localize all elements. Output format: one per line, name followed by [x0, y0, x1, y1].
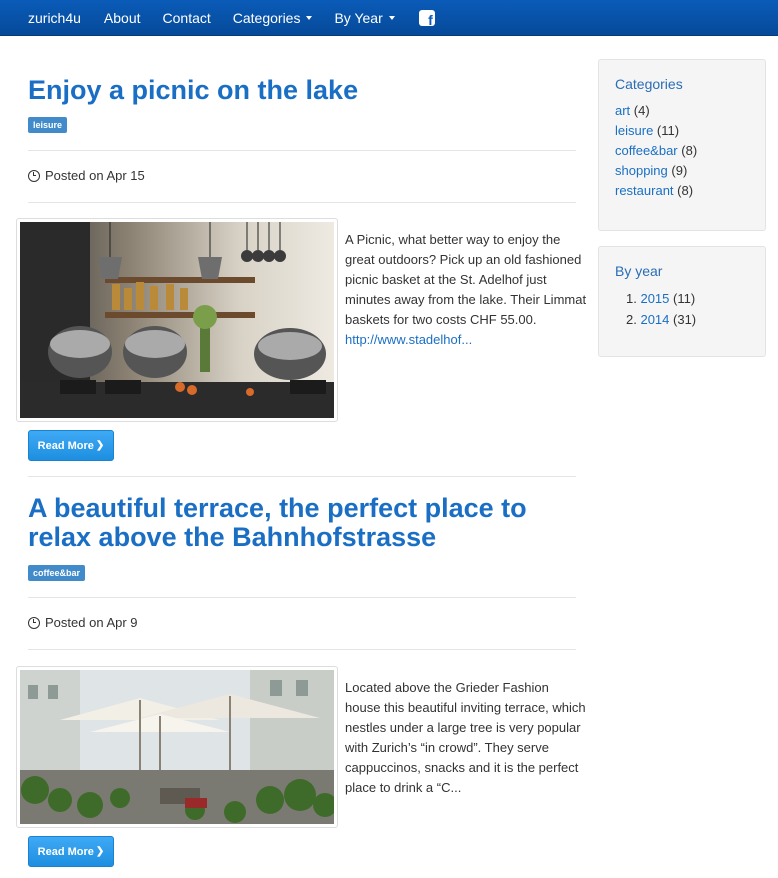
category-count: (11)	[656, 123, 680, 138]
category-link-art[interactable]: art	[615, 103, 630, 118]
divider	[28, 597, 576, 598]
read-more-button[interactable]: Read More ❯	[28, 430, 114, 461]
year-link-2014[interactable]: 2014	[640, 312, 669, 327]
nav-categories-label: Categories	[232, 9, 301, 26]
category-item: coffee&bar (8)	[615, 141, 749, 161]
category-link-shopping[interactable]: shopping	[615, 163, 668, 178]
category-item: leisure (11)	[615, 121, 749, 141]
by-year-widget: By year 1. 2015 (11) 2. 2014 (31)	[598, 246, 766, 357]
category-count: (8)	[681, 143, 698, 158]
post-date-text: Posted on Apr 15	[45, 168, 145, 183]
year-link-2015[interactable]: 2015	[640, 291, 669, 306]
clock-icon	[28, 616, 40, 629]
cafe-interior-image	[20, 222, 334, 418]
category-item: restaurant (8)	[615, 181, 749, 201]
post-excerpt-text: Located above the Grieder Fashion house …	[345, 680, 586, 795]
nav-about[interactable]: About	[93, 0, 152, 36]
category-link-leisure[interactable]: leisure	[615, 123, 653, 138]
category-count: (9)	[671, 163, 688, 178]
post-thumbnail[interactable]	[16, 666, 338, 828]
category-list: art (4) leisure (11) coffee&bar (8) shop…	[615, 101, 749, 201]
post-external-link[interactable]: http://www.stadelhof...	[345, 330, 587, 350]
facebook-icon: f	[418, 9, 435, 27]
year-item: 1. 2015 (11)	[615, 288, 749, 309]
category-count: (8)	[677, 183, 694, 198]
divider	[28, 202, 576, 203]
caret-down-icon	[306, 15, 313, 20]
categories-widget: Categories art (4) leisure (11) coffee&b…	[598, 59, 766, 231]
terrace-image	[20, 670, 334, 824]
nav-by-year-label: By Year	[334, 9, 383, 26]
category-item: shopping (9)	[615, 161, 749, 181]
category-link-restaurant[interactable]: restaurant	[615, 183, 674, 198]
read-more-label: Read More	[37, 845, 94, 858]
divider	[28, 150, 576, 151]
post-title[interactable]: Enjoy a picnic on the lake	[28, 76, 588, 105]
post-date: Posted on Apr 15	[28, 168, 145, 183]
category-count: (4)	[633, 103, 650, 118]
post-date-text: Posted on Apr 9	[45, 615, 138, 630]
year-count: (31)	[673, 312, 697, 327]
nav-categories-dropdown[interactable]: Categories	[222, 0, 324, 36]
category-badge[interactable]: coffee&bar	[28, 565, 86, 581]
chevron-right-icon: ❯	[95, 440, 105, 451]
post-excerpt: Located above the Grieder Fashion house …	[345, 678, 587, 798]
facebook-link[interactable]: f	[406, 0, 446, 36]
post-date: Posted on Apr 9	[28, 615, 138, 630]
read-more-button[interactable]: Read More ❯	[28, 836, 114, 867]
by-year-heading: By year	[615, 263, 663, 279]
category-badge[interactable]: leisure	[28, 117, 68, 133]
post-thumbnail[interactable]	[16, 218, 338, 422]
year-count: (11)	[673, 291, 696, 306]
nav-contact[interactable]: Contact	[152, 0, 222, 36]
caret-down-icon	[388, 15, 395, 20]
clock-icon	[28, 169, 40, 182]
divider	[28, 649, 576, 650]
year-list: 1. 2015 (11) 2. 2014 (31)	[615, 288, 749, 330]
post-title[interactable]: A beautiful terrace, the perfect place t…	[28, 494, 576, 552]
chevron-right-icon: ❯	[95, 846, 105, 857]
divider	[28, 476, 576, 477]
category-link-coffee-bar[interactable]: coffee&bar	[615, 143, 678, 158]
navbar: zurich4u About Contact Categories By Yea…	[0, 0, 778, 36]
category-item: art (4)	[615, 101, 749, 121]
read-more-label: Read More	[37, 439, 94, 452]
categories-heading: Categories	[615, 76, 683, 92]
post-excerpt-text: A Picnic, what better way to enjoy the g…	[345, 232, 587, 327]
year-index: 2.	[626, 312, 637, 327]
brand-link[interactable]: zurich4u	[0, 0, 93, 36]
nav-by-year-dropdown[interactable]: By Year	[323, 0, 405, 36]
post-excerpt: A Picnic, what better way to enjoy the g…	[345, 230, 587, 350]
year-index: 1.	[626, 291, 637, 306]
year-item: 2. 2014 (31)	[615, 309, 749, 330]
